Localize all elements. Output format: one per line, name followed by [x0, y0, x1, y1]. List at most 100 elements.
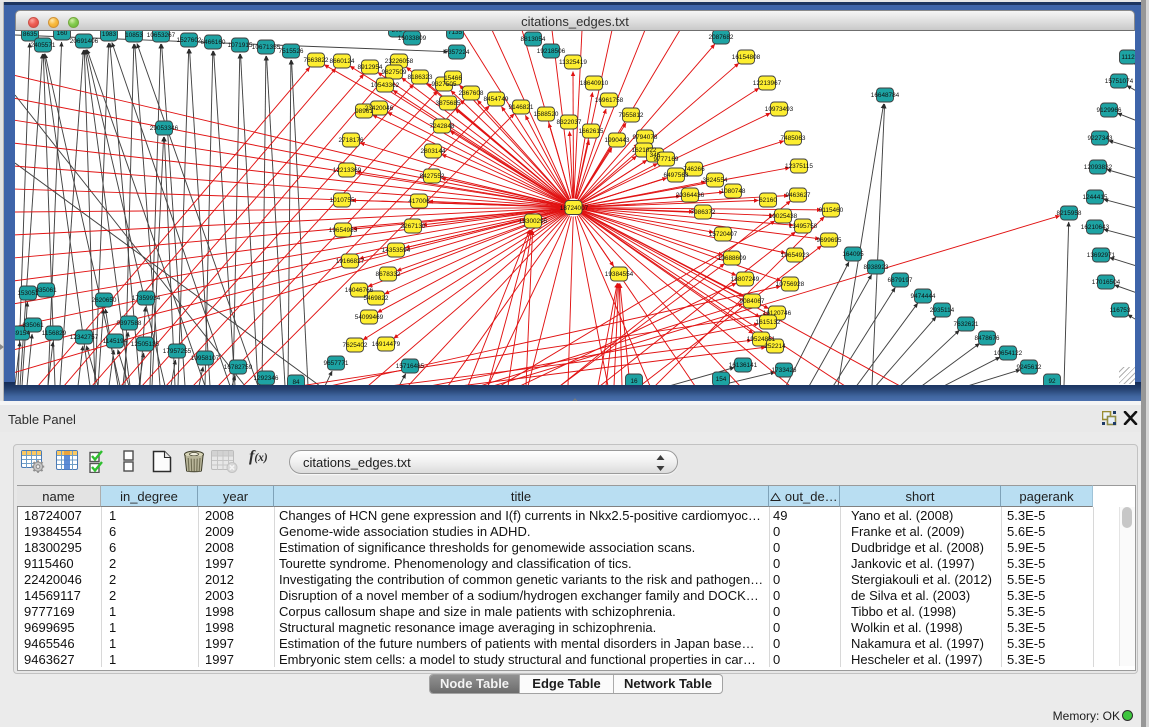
svg-text:16120746: 16120746 [763, 310, 792, 317]
svg-text:8635: 8635 [23, 31, 38, 38]
svg-text:16: 16 [630, 378, 638, 385]
svg-text:19654923: 19654923 [781, 252, 810, 259]
svg-text:39154: 39154 [15, 330, 30, 337]
svg-text:1071915: 1071915 [228, 42, 253, 49]
svg-text:9084067: 9084067 [740, 298, 765, 305]
svg-text:7955812: 7955812 [619, 112, 644, 119]
svg-text:17957255: 17957255 [163, 348, 192, 355]
svg-text:16136141: 16136141 [729, 362, 758, 369]
svg-text:12093832: 12093832 [1084, 164, 1113, 171]
svg-text:9327505: 9327505 [432, 81, 457, 88]
svg-text:1588520: 1588520 [534, 111, 559, 118]
svg-text:12375115: 12375115 [785, 163, 813, 170]
svg-text:10025438: 10025438 [769, 213, 798, 220]
svg-text:8427552: 8427552 [420, 173, 445, 180]
svg-text:1244415: 1244415 [1083, 194, 1108, 201]
svg-text:154: 154 [716, 376, 727, 383]
svg-text:2620650: 2620650 [92, 297, 117, 304]
svg-text:7986372: 7986372 [691, 209, 716, 216]
svg-text:9777169: 9777169 [654, 156, 679, 163]
svg-text:13495758: 13495758 [789, 223, 818, 230]
svg-text:8478676: 8478676 [975, 335, 1000, 342]
svg-text:10654122: 10654122 [994, 350, 1023, 357]
svg-text:1990443: 1990443 [605, 137, 630, 144]
svg-text:1145194: 1145194 [103, 338, 128, 345]
svg-text:12505135: 12505135 [131, 341, 160, 348]
svg-text:19166827: 19166827 [336, 258, 365, 265]
svg-text:8322037: 8322037 [557, 119, 582, 126]
svg-text:9397588: 9397588 [117, 320, 142, 327]
svg-text:2405571: 2405571 [31, 42, 56, 49]
svg-text:84: 84 [292, 379, 300, 385]
svg-text:1112: 1112 [1121, 54, 1135, 61]
svg-text:2803144: 2803144 [421, 148, 446, 155]
svg-text:19384554: 19384554 [605, 271, 634, 278]
svg-text:20364436: 20364436 [676, 192, 705, 199]
svg-text:7485063: 7485063 [781, 135, 806, 142]
svg-text:835061: 835061 [22, 322, 44, 329]
svg-text:9794078: 9794078 [633, 134, 658, 141]
svg-text:8813054: 8813054 [521, 36, 546, 43]
svg-text:29053346: 29053346 [150, 125, 179, 132]
svg-text:9699695: 9699695 [817, 237, 842, 244]
svg-text:1662615: 1662615 [579, 128, 604, 135]
svg-text:16914479: 16914479 [372, 341, 401, 348]
svg-text:7625402: 7625402 [343, 342, 368, 349]
svg-text:7357224: 7357224 [445, 49, 470, 56]
svg-text:2367608: 2367608 [459, 90, 484, 97]
svg-text:835061: 835061 [35, 287, 57, 294]
svg-text:62160: 62160 [759, 197, 777, 204]
svg-text:15751074: 15751074 [1105, 78, 1134, 85]
svg-text:12342757: 12342757 [70, 334, 99, 341]
svg-text:9474444: 9474444 [911, 293, 936, 300]
svg-text:5469822: 5469822 [364, 295, 389, 302]
svg-text:7242848: 7242848 [430, 123, 455, 130]
svg-text:10853: 10853 [125, 32, 143, 39]
svg-text:11325419: 11325419 [559, 59, 587, 66]
svg-text:16033809: 16033809 [398, 35, 427, 42]
svg-text:9129966: 9129966 [1097, 107, 1122, 114]
svg-text:160: 160 [57, 31, 68, 37]
svg-text:3875685: 3875685 [436, 100, 461, 107]
svg-text:1080748: 1080748 [721, 188, 746, 195]
svg-text:2087682: 2087682 [709, 34, 734, 41]
svg-text:6466160: 6466160 [201, 39, 226, 46]
svg-text:417006: 417006 [408, 198, 430, 205]
svg-text:19524851: 19524851 [747, 336, 776, 343]
svg-text:13692971: 13692971 [1087, 252, 1116, 259]
svg-text:1010755: 1010755 [330, 197, 355, 204]
svg-text:8678332: 8678332 [376, 271, 401, 278]
svg-text:12213967: 12213967 [753, 80, 782, 87]
svg-text:7135: 7135 [448, 31, 463, 36]
svg-text:7515526: 7515526 [279, 48, 304, 55]
svg-text:10958107: 10958107 [191, 355, 220, 362]
svg-text:14353594: 14353594 [382, 247, 411, 254]
svg-text:10543362: 10543362 [371, 82, 400, 89]
svg-text:1615132: 1615132 [756, 319, 781, 326]
svg-text:7632621: 7632621 [954, 321, 979, 328]
svg-text:18640910: 18640910 [580, 80, 609, 87]
svg-text:1292346: 1292346 [254, 375, 279, 382]
svg-text:8912954: 8912954 [358, 64, 383, 71]
svg-text:9115460: 9115460 [819, 207, 844, 214]
svg-text:15720407: 15720407 [709, 231, 738, 238]
svg-text:746266: 746266 [683, 166, 705, 173]
svg-text:16154808: 16154808 [732, 54, 761, 61]
svg-text:3267130: 3267130 [401, 223, 426, 230]
svg-text:16210643: 16210643 [1081, 224, 1110, 231]
svg-text:1527602: 1527602 [177, 37, 202, 44]
svg-text:8215958: 8215958 [1057, 210, 1082, 217]
svg-text:9245612: 9245612 [1017, 364, 1042, 371]
svg-text:8938923: 8938923 [864, 264, 889, 271]
svg-text:23226058: 23226058 [385, 58, 414, 65]
svg-text:10756928: 10756928 [776, 281, 805, 288]
svg-text:2935114: 2935114 [930, 307, 955, 314]
svg-text:18724007: 18724007 [560, 205, 589, 212]
svg-text:12213369: 12213369 [333, 167, 362, 174]
svg-text:1156829: 1156829 [42, 330, 67, 337]
svg-text:92: 92 [1048, 378, 1056, 385]
svg-text:9827509: 9827509 [382, 69, 407, 76]
svg-text:10671355: 10671355 [252, 44, 281, 51]
svg-text:16782759: 16782759 [224, 364, 253, 371]
svg-text:19218506: 19218506 [537, 48, 566, 55]
